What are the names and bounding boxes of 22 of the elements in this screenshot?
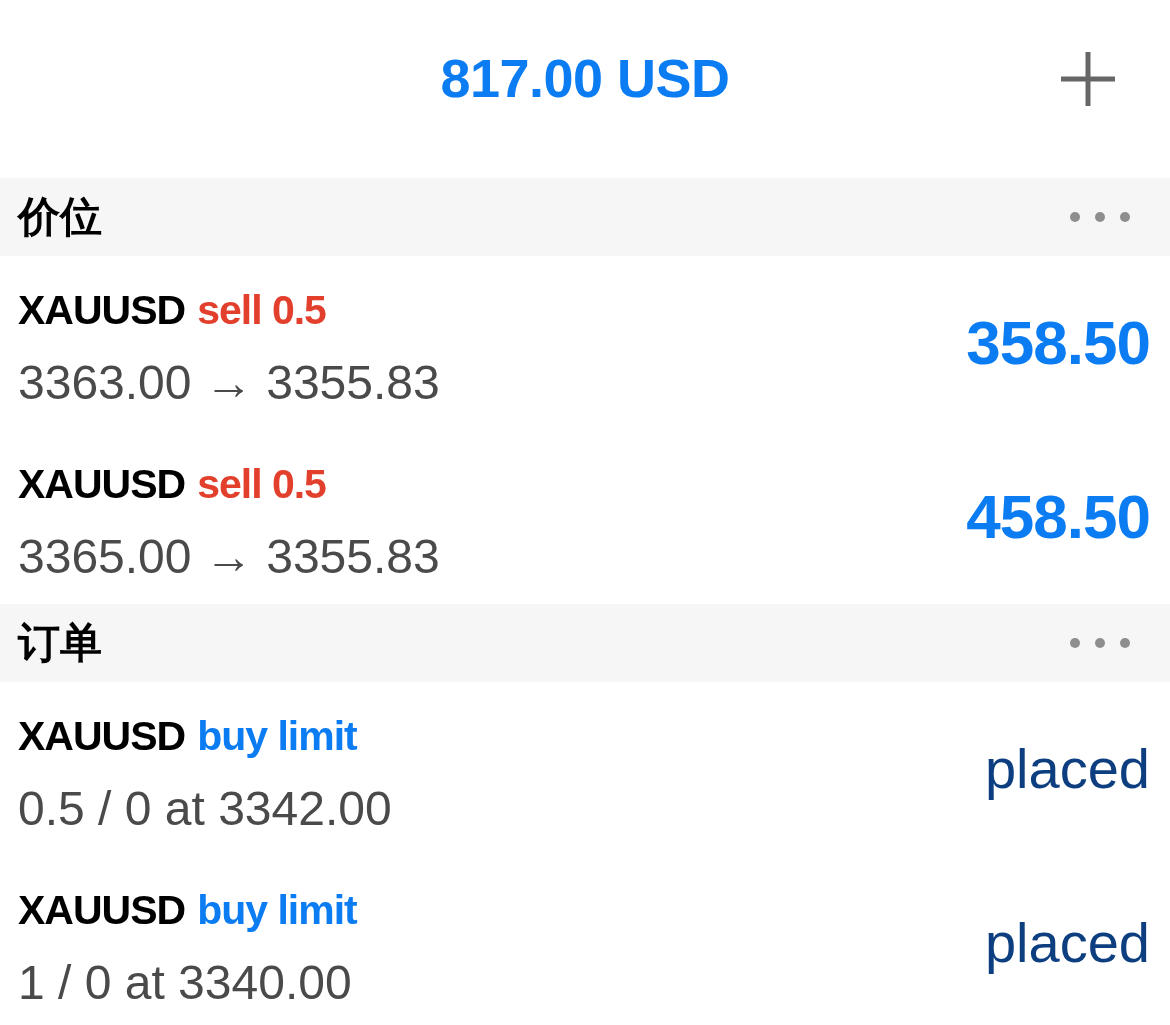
price-label: 1 / 0 at 3340.00 <box>18 955 352 1011</box>
status-label: placed <box>984 911 1150 975</box>
price-label: 3363.00 → 3355.83 <box>18 355 440 411</box>
profit-value: 358.50 <box>966 308 1150 378</box>
more-icon[interactable] <box>1070 638 1130 648</box>
symbol-label: XAUUSD <box>18 460 186 509</box>
order-type-label: buy limit <box>197 712 357 761</box>
section-title: 价位 <box>18 192 102 242</box>
balance-title: 817.00 USD <box>440 47 730 110</box>
add-icon[interactable] <box>1061 52 1115 106</box>
price-label: 3365.00 → 3355.83 <box>18 529 440 585</box>
order-type-label: sell 0.5 <box>197 460 326 509</box>
symbol-label: XAUUSD <box>18 712 186 761</box>
profit-value: 458.50 <box>966 482 1150 552</box>
section-title: 订单 <box>18 618 102 668</box>
more-icon[interactable] <box>1070 212 1130 222</box>
order-type-label: buy limit <box>197 886 357 935</box>
symbol-label: XAUUSD <box>18 886 186 935</box>
status-label: placed <box>984 737 1150 801</box>
symbol-label: XAUUSD <box>18 286 186 335</box>
order-type-label: sell 0.5 <box>197 286 326 335</box>
price-label: 0.5 / 0 at 3342.00 <box>18 781 392 837</box>
